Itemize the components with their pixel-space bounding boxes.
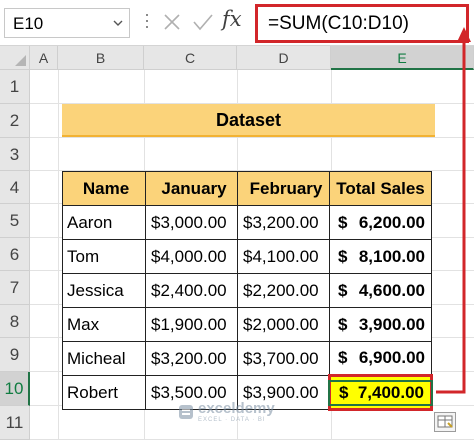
- cell-february[interactable]: $3,700.00: [237, 341, 330, 376]
- header-february[interactable]: February: [237, 171, 330, 206]
- cell-name[interactable]: Micheal: [62, 341, 146, 376]
- select-all-button[interactable]: [0, 46, 30, 70]
- column-header-d[interactable]: D: [237, 46, 331, 70]
- selected-cell-total[interactable]: $7,400.00: [328, 374, 433, 411]
- total-value: 8,100.00: [358, 246, 425, 266]
- check-icon[interactable]: [192, 12, 214, 32]
- currency-symbol: $: [338, 280, 348, 300]
- quick-analysis-button[interactable]: [434, 412, 456, 432]
- row-header-11[interactable]: 11: [0, 406, 30, 440]
- cell-january[interactable]: $4,000.00: [145, 239, 238, 274]
- row-header-5[interactable]: 5: [0, 204, 30, 238]
- row-header-3[interactable]: 3: [0, 138, 30, 171]
- total-value: 6,200.00: [358, 212, 425, 232]
- cell-total[interactable]: $6,200.00: [329, 205, 432, 240]
- cell-total[interactable]: $8,100.00: [329, 239, 432, 274]
- column-header-a[interactable]: A: [30, 46, 58, 70]
- cell-name[interactable]: Robert: [62, 375, 146, 410]
- cell-total[interactable]: $4,600.00: [329, 273, 432, 308]
- formula-input[interactable]: =SUM(C10:D10): [255, 4, 469, 43]
- name-box[interactable]: E10: [4, 8, 130, 38]
- cell-name[interactable]: Max: [62, 307, 146, 342]
- formula-bar: E10 fx =SUM(C10:D10): [0, 0, 474, 46]
- row-header-8[interactable]: 8: [0, 305, 30, 338]
- total-value: 7,400.00: [357, 382, 424, 402]
- cell-name[interactable]: Jessica: [62, 273, 146, 308]
- watermark: exceldemy EXCEL · DATA · BI: [178, 400, 275, 423]
- cell-january[interactable]: $3,200.00: [145, 341, 238, 376]
- cell-february[interactable]: $3,200.00: [237, 205, 330, 240]
- separator-dots: [146, 14, 148, 34]
- row-header-6[interactable]: 6: [0, 238, 30, 271]
- sales-table: Name January February Total Sales Aaron $…: [62, 171, 433, 411]
- cell-name[interactable]: Tom: [62, 239, 146, 274]
- total-value: 6,900.00: [358, 348, 425, 367]
- cell-january[interactable]: $1,900.00: [145, 307, 238, 342]
- header-total-sales[interactable]: Total Sales: [329, 171, 432, 206]
- cell-name[interactable]: Aaron: [62, 205, 146, 240]
- currency-symbol: $: [338, 246, 348, 266]
- watermark-name: exceldemy: [198, 400, 275, 417]
- currency-symbol: $: [338, 212, 348, 232]
- total-value: 3,900.00: [358, 314, 425, 334]
- header-january[interactable]: January: [145, 171, 238, 206]
- formula-text: =SUM(C10:D10): [268, 13, 409, 34]
- cell-total[interactable]: $3,900.00: [329, 307, 432, 342]
- table-row: Tom $4,000.00 $4,100.00 $8,100.00: [62, 239, 432, 274]
- cell-february[interactable]: $2,000.00: [237, 307, 330, 342]
- cell-february[interactable]: $4,100.00: [237, 239, 330, 274]
- table-row: Jessica $2,400.00 $2,200.00 $4,600.00: [62, 273, 432, 308]
- quick-analysis-icon: [437, 415, 453, 428]
- cell-january[interactable]: $2,400.00: [145, 273, 238, 308]
- currency-symbol: $: [339, 382, 349, 402]
- exceldemy-logo-icon: [179, 404, 193, 419]
- row-header-10[interactable]: 10: [0, 372, 30, 406]
- table-row: Aaron $3,000.00 $3,200.00 $6,200.00: [62, 205, 432, 240]
- table-row: Max $1,900.00 $2,000.00 $3,900.00: [62, 307, 432, 342]
- row-header-4[interactable]: 4: [0, 171, 30, 204]
- cell-february[interactable]: $2,200.00: [237, 273, 330, 308]
- cell-total[interactable]: $6,900.00: [329, 341, 432, 376]
- currency-symbol: $: [338, 314, 348, 334]
- cell-january[interactable]: $3,000.00: [145, 205, 238, 240]
- watermark-tagline: EXCEL · DATA · BI: [198, 417, 266, 423]
- table-header-row: Name January February Total Sales: [62, 171, 432, 206]
- close-icon[interactable]: [162, 12, 182, 32]
- row-header-2[interactable]: 2: [0, 104, 30, 138]
- table-row: Micheal $3,200.00 $3,700.00 $6,900.00: [62, 341, 432, 376]
- currency-symbol: $: [338, 348, 348, 367]
- name-box-value: E10: [13, 14, 44, 33]
- chevron-down-icon[interactable]: [113, 19, 123, 27]
- total-value: 4,600.00: [358, 280, 425, 300]
- row-header-7[interactable]: 7: [0, 271, 30, 305]
- column-header-b[interactable]: B: [58, 46, 144, 70]
- fx-icon[interactable]: fx: [222, 7, 242, 31]
- header-name[interactable]: Name: [62, 171, 146, 206]
- column-header-c[interactable]: C: [144, 46, 237, 70]
- row-header-1[interactable]: 1: [0, 70, 30, 104]
- column-header-e[interactable]: E: [331, 46, 474, 70]
- row-header-9[interactable]: 9: [0, 338, 30, 372]
- dataset-title: Dataset: [62, 104, 435, 137]
